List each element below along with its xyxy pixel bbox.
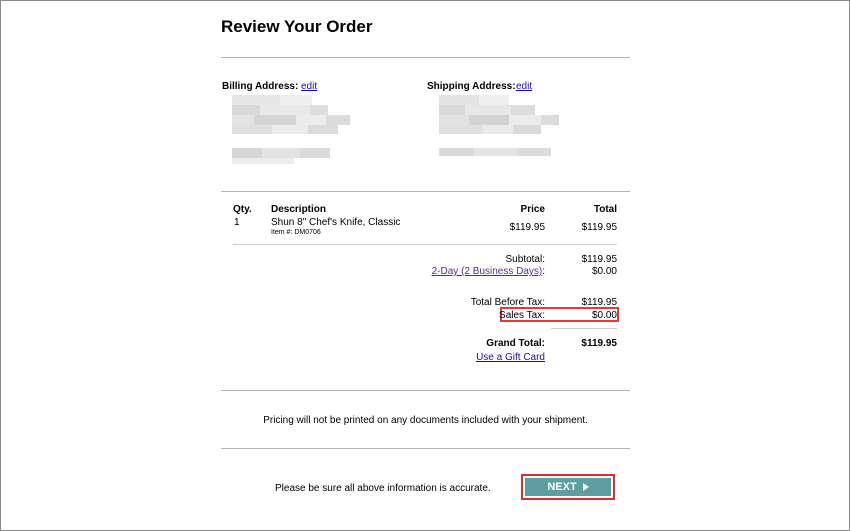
next-button[interactable]: NEXT (525, 478, 611, 496)
description-header: Description (271, 204, 327, 215)
accuracy-note: Please be sure all above information is … (275, 483, 491, 494)
grand-total-label: Grand Total: (486, 338, 545, 349)
grand-total-value: $119.95 (581, 338, 617, 349)
pricing-note: Pricing will not be printed on any docum… (263, 415, 588, 426)
next-button-label: NEXT (547, 481, 577, 493)
sales-tax-value: $0.00 (591, 310, 617, 321)
play-arrow-icon (582, 483, 589, 491)
subtotal-label: Subtotal: (505, 254, 545, 265)
total-header: Total (593, 204, 617, 215)
shipping-method: 2-Day (2 Business Days): (400, 266, 545, 277)
shipping-value: $0.00 (591, 266, 617, 277)
shipping-edit-link[interactable]: edit (516, 81, 532, 92)
items-top-divider (221, 191, 630, 192)
billing-edit-link[interactable]: edit (301, 81, 317, 92)
items-bottom-divider (233, 244, 617, 245)
notes-divider (221, 448, 630, 449)
subtotal-value: $119.95 (581, 254, 617, 265)
qty-header: Qty. (233, 204, 252, 215)
gift-card-link[interactable]: Use a Gift Card (440, 352, 545, 363)
shipping-address-label: Shipping Address: (427, 81, 516, 92)
billing-address-redacted (232, 95, 352, 165)
item-number: Item #: DM0706 (271, 229, 321, 236)
item-name: Shun 8" Chef's Knife, Classic (271, 217, 401, 228)
price-header: Price (520, 204, 545, 215)
sales-tax-label: Sales Tax: (499, 310, 545, 321)
page-title: Review Your Order (221, 17, 373, 36)
shipping-method-link[interactable]: 2-Day (2 Business Days) (432, 266, 543, 277)
item-price: $119.95 (509, 222, 545, 233)
shipping-method-colon: : (542, 266, 545, 277)
grand-total-divider (551, 328, 617, 329)
title-divider (221, 57, 630, 58)
summary-divider (221, 390, 630, 391)
billing-address-label: Billing Address: (222, 81, 299, 92)
shipping-address-redacted (439, 95, 561, 161)
item-total: $119.95 (581, 222, 617, 233)
next-button-highlight: NEXT (521, 474, 615, 500)
item-qty: 1 (234, 217, 240, 228)
